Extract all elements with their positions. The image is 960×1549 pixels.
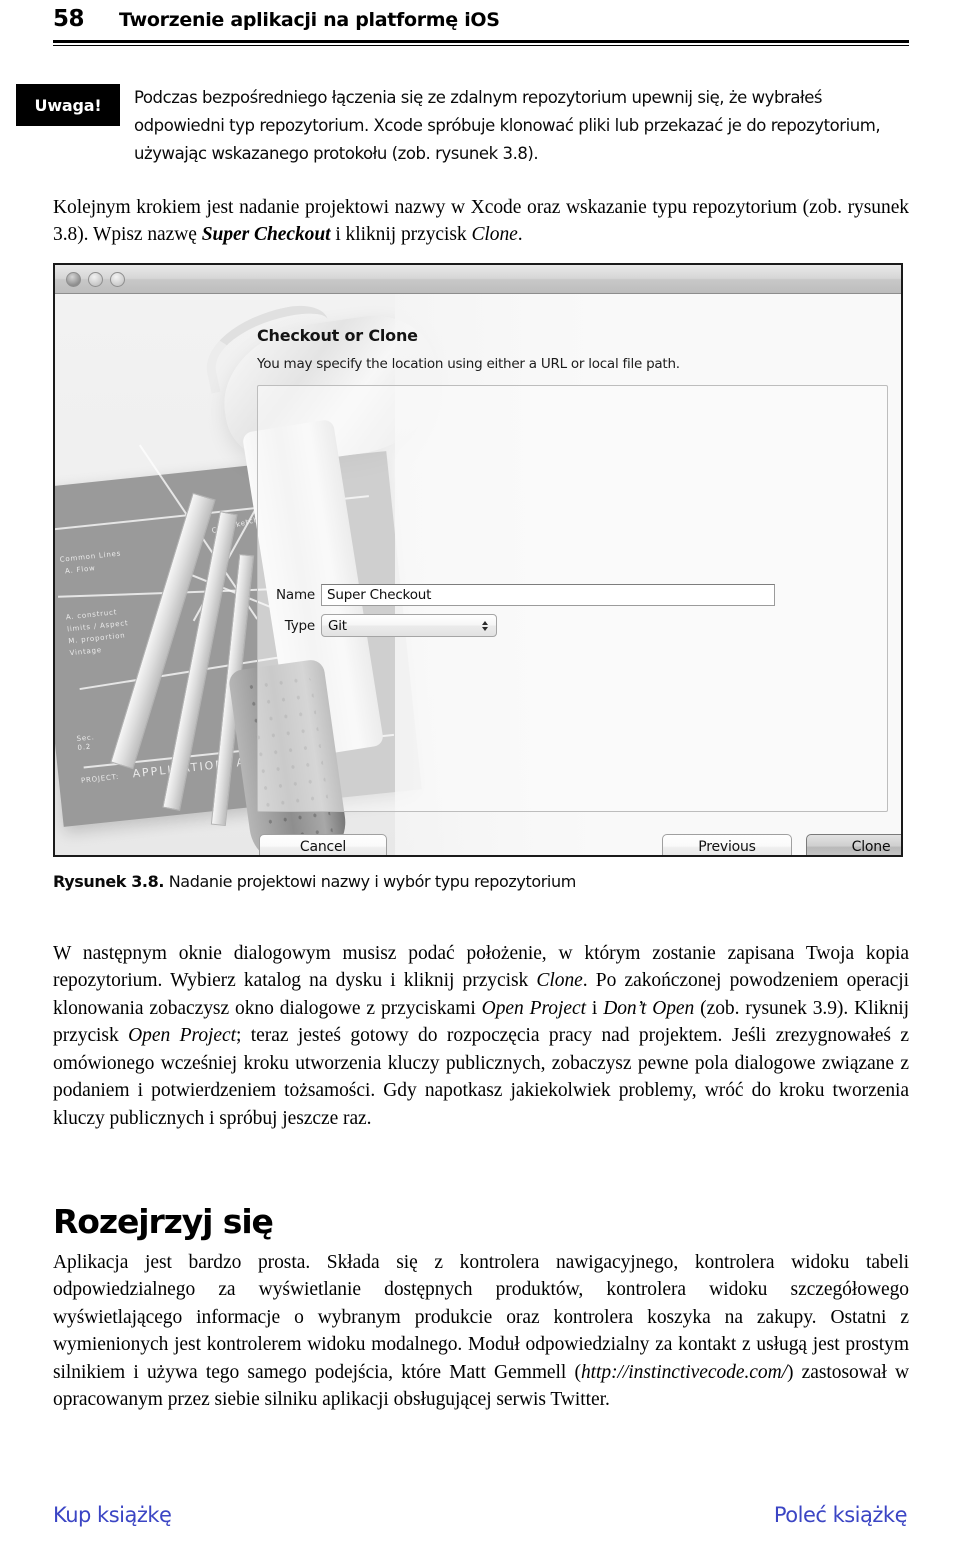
intro-text-2: i kliknij przycisk	[330, 224, 472, 245]
page-title: Tworzenie aplikacji na platformę iOS	[119, 9, 500, 31]
type-popup-value: Git	[328, 617, 347, 634]
name-input[interactable]: Super Checkout	[321, 584, 775, 606]
after-figure-emphasis-clone: Clone	[536, 970, 583, 991]
figure-xcode-checkout-dialog: Common Lines A. Flow A. construct limits…	[53, 263, 903, 857]
figure-caption-label: Rysunek 3.8.	[53, 872, 165, 891]
after-figure-emphasis-open-project-1: Open Project	[481, 997, 586, 1019]
dialog-subtitle: You may specify the location using eithe…	[257, 356, 680, 372]
window-titlebar	[55, 265, 901, 294]
clone-button[interactable]: Clone	[806, 834, 901, 855]
note-text: Podczas bezpośredniego łączenia się ze z…	[134, 88, 881, 163]
zoom-icon[interactable]	[110, 272, 125, 287]
last-url: http://instinctivecode.com/	[580, 1361, 788, 1383]
close-icon[interactable]	[66, 272, 81, 287]
section-heading-rozejrzyj-sie: Rozejrzyj się	[53, 1202, 274, 1242]
footer-link-buy-book[interactable]: Kup książkę	[53, 1503, 172, 1527]
figure-caption: Rysunek 3.8. Nadanie projektowi nazwy i …	[53, 872, 576, 891]
type-popup-button[interactable]: Git	[321, 614, 497, 637]
header-rule-thin	[53, 45, 909, 46]
footer-link-recommend-book[interactable]: Poleć książkę	[774, 1503, 908, 1527]
dialog-content: Checkout or Clone You may specify the lo…	[55, 294, 901, 855]
after-figure-emphasis-open-project-2: Open Project	[128, 1025, 236, 1046]
figure-caption-text: Nadanie projektowi nazwy i wybór typu re…	[164, 872, 577, 891]
after-figure-text-3: i	[585, 997, 604, 1019]
header-rule-thick	[53, 40, 909, 43]
paragraph-after-figure: W następnym oknie dialogowym musisz poda…	[53, 940, 909, 1133]
intro-emphasis-super-checkout: Super Checkout	[201, 224, 331, 245]
note-tag: Uwaga!	[16, 84, 120, 126]
intro-text-3: .	[517, 224, 523, 245]
previous-button[interactable]: Previous	[662, 834, 792, 855]
type-field-label: Type	[284, 617, 315, 634]
window-body: Common Lines A. Flow A. construct limits…	[55, 294, 901, 855]
minimize-icon[interactable]	[88, 272, 103, 287]
intro-emphasis-clone: Clone	[471, 224, 518, 245]
paragraph-intro: Kolejnym krokiem jest nadanie projektowi…	[53, 194, 909, 249]
dialog-title: Checkout or Clone	[257, 326, 418, 345]
form-row-type: Type Git	[257, 614, 888, 637]
after-figure-emphasis-dont-open: Don’t Open	[603, 997, 695, 1019]
chevron-updown-icon	[482, 620, 488, 631]
page-header: 58 Tworzenie aplikacji na platformę iOS	[53, 6, 909, 32]
name-field-label: Name	[275, 587, 315, 603]
page-number: 58	[53, 6, 85, 32]
cancel-button[interactable]: Cancel	[259, 834, 387, 855]
traffic-lights	[66, 272, 125, 287]
form-row-name: Name Super Checkout	[257, 584, 888, 606]
paragraph-last: Aplikacja jest bardzo prosta. Składa się…	[53, 1249, 909, 1414]
note-block: Uwaga! Podczas bezpośredniego łączenia s…	[16, 84, 909, 168]
